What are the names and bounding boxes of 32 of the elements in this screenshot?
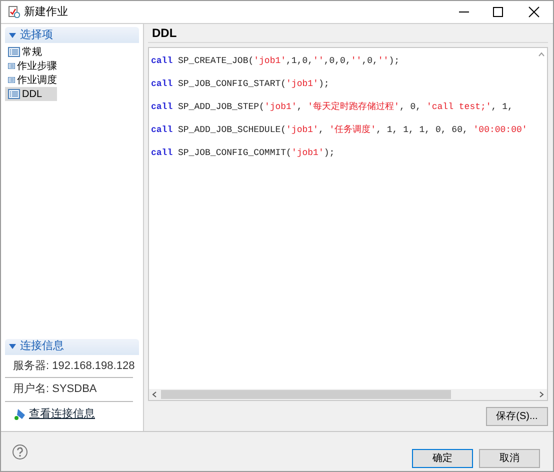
- user-info: 用户名: SYSDBA: [5, 378, 133, 402]
- list-icon: [8, 61, 15, 71]
- view-connection-link[interactable]: 查看连接信息: [29, 406, 95, 422]
- sidebar-item[interactable]: 常规: [5, 45, 57, 59]
- dialog-button[interactable]: 确定: [412, 449, 473, 468]
- connection-icon: [14, 408, 26, 420]
- section-title: 连接信息: [20, 338, 64, 354]
- list-icon: [8, 75, 15, 85]
- code-line: call SP_CREATE_JOB('job1',1,0,'',0,0,'',0,'');: [151, 55, 401, 67]
- scroll-up-icon[interactable]: [538, 52, 544, 57]
- code-line: call SP_JOB_CONFIG_COMMIT('job1');: [151, 147, 336, 159]
- sidebar-item[interactable]: DDL: [5, 87, 57, 101]
- sidebar-item[interactable]: 作业步骤: [5, 59, 57, 73]
- section-header[interactable]: 连接信息: [5, 338, 139, 354]
- save-button[interactable]: 保存(S)...: [486, 407, 548, 426]
- horizontal-scrollbar[interactable]: [149, 389, 547, 400]
- code-line: call SP_ADD_JOB_SCHEDULE('job1', '任务调度', 1, 1, 1, 0, 60, '00:00:00': [151, 124, 528, 136]
- collapse-icon: [9, 32, 16, 38]
- server-info: 服务器: 192.168.198.128: [5, 354, 133, 378]
- code-line: call SP_ADD_JOB_STEP('job1', '每天定时跑存储过程', 0, 'call test;', 1,: [151, 101, 514, 113]
- section-header[interactable]: 选择项: [5, 27, 139, 43]
- window-icon: [8, 6, 20, 18]
- section-title: 选择项: [20, 28, 53, 43]
- list-icon: [8, 89, 20, 99]
- scroll-thumb[interactable]: [161, 390, 451, 399]
- collapse-icon: [9, 344, 16, 349]
- dialog-button[interactable]: 取消: [479, 449, 540, 468]
- code-line: call SP_JOB_CONFIG_START('job1');: [151, 78, 330, 90]
- window-title: 新建作业: [24, 4, 68, 20]
- help-icon[interactable]: [12, 444, 28, 460]
- sidebar-item[interactable]: 作业调度: [5, 73, 57, 87]
- list-icon: [8, 47, 20, 57]
